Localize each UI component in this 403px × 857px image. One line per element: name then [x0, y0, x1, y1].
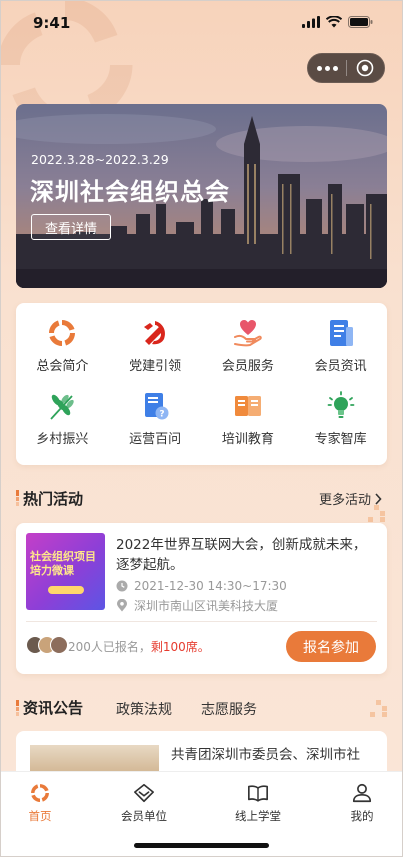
menu-item-operation-faq[interactable]: ? 运营百问: [109, 390, 202, 447]
tab-profile[interactable]: 我的: [322, 782, 402, 824]
tab-home[interactable]: 首页: [0, 782, 80, 824]
battery-icon: [348, 16, 373, 28]
banner-date: 2022.3.28~2022.3.29: [31, 152, 169, 167]
heart-hand-icon: [233, 320, 262, 347]
training-book-icon: [234, 396, 261, 416]
tab-online-school[interactable]: 线上学堂: [218, 782, 298, 824]
more-options-button[interactable]: [308, 65, 346, 71]
diamond-icon: [134, 783, 154, 803]
tab-policies[interactable]: 政策法规: [116, 699, 172, 719]
feature-menu-card: 总会简介 党建引领 会员服务 会员资讯 乡村振兴 ? 运营百问 培训教育 专家智…: [16, 303, 387, 465]
activity-title: 2022年世界互联网大会，创新成就未来，逐梦起航。: [116, 537, 367, 573]
tab-member-units[interactable]: 会员单位: [104, 782, 184, 824]
section-marker-icon: [16, 490, 19, 506]
activity-time-row: 2021-12-30 14:30~17:30: [116, 579, 287, 593]
section-title: 热门活动: [23, 490, 84, 508]
menu-item-training[interactable]: 培训教育: [202, 390, 295, 447]
close-miniprogram-button[interactable]: [347, 59, 384, 77]
close-circle-icon: [357, 59, 374, 77]
signup-status: 200人已报名，剩100席。: [68, 640, 210, 654]
activity-thumbnail: 社会组织项目 培力微课: [26, 533, 105, 610]
decor-squares-icon: [368, 505, 385, 522]
menu-item-party[interactable]: 党建引领: [109, 317, 202, 374]
menu-item-about[interactable]: 总会简介: [16, 317, 109, 374]
user-icon: [352, 783, 372, 803]
view-details-button[interactable]: 查看详情: [31, 214, 111, 240]
org-logo-icon: [49, 320, 76, 346]
open-book-icon: [248, 785, 268, 802]
decor-squares-icon: [370, 700, 387, 717]
chevron-right-icon: [375, 492, 382, 505]
avatar: [50, 636, 68, 654]
clock-icon: [116, 580, 128, 592]
menu-item-member-service[interactable]: 会员服务: [202, 317, 295, 374]
signup-button[interactable]: 报名参加: [286, 631, 376, 662]
lightbulb-icon: [327, 391, 355, 418]
status-time: 9:41: [33, 14, 71, 32]
attendee-avatars: [26, 636, 68, 654]
news-tabs: 资讯公告 政策法规 志愿服务: [16, 697, 387, 721]
party-emblem-icon: [144, 321, 166, 345]
question-book-icon: ?: [145, 393, 169, 420]
menu-item-member-news[interactable]: 会员资讯: [294, 317, 387, 374]
news-doc-icon: [329, 320, 353, 346]
svg-text:?: ?: [160, 410, 165, 420]
section-marker-icon: [16, 700, 19, 716]
activity-card[interactable]: 社会组织项目 培力微课 2022年世界互联网大会，创新成就未来，逐梦起航。 202…: [16, 523, 387, 674]
banner-title: 深圳社会组织总会: [30, 178, 230, 206]
wifi-icon: [326, 16, 342, 28]
thumbnail-text: 社会组织项目 培力微课: [30, 550, 96, 577]
hot-activities-header: 热门活动 更多活动: [16, 488, 387, 512]
tab-volunteer[interactable]: 志愿服务: [201, 699, 257, 719]
menu-item-expert-think-tank[interactable]: 专家智库: [294, 390, 387, 447]
location-pin-icon: [117, 599, 127, 612]
wheat-icon: [50, 394, 75, 420]
signal-icon: [302, 16, 320, 28]
home-logo-icon: [31, 784, 49, 802]
news-title: 共青团深圳市委员会、深圳市社: [171, 747, 360, 763]
hero-banner[interactable]: 2022.3.28~2022.3.29 深圳社会组织总会 查看详情: [16, 104, 387, 288]
status-bar: 9:41: [0, 0, 403, 44]
menu-item-rural-revitalization[interactable]: 乡村振兴: [16, 390, 109, 447]
miniprogram-capsule: [307, 53, 385, 83]
activity-location-row: 深圳市南山区讯美科技大厦: [116, 597, 278, 614]
home-indicator: [134, 843, 269, 848]
tab-announcements[interactable]: 资讯公告: [23, 697, 83, 718]
